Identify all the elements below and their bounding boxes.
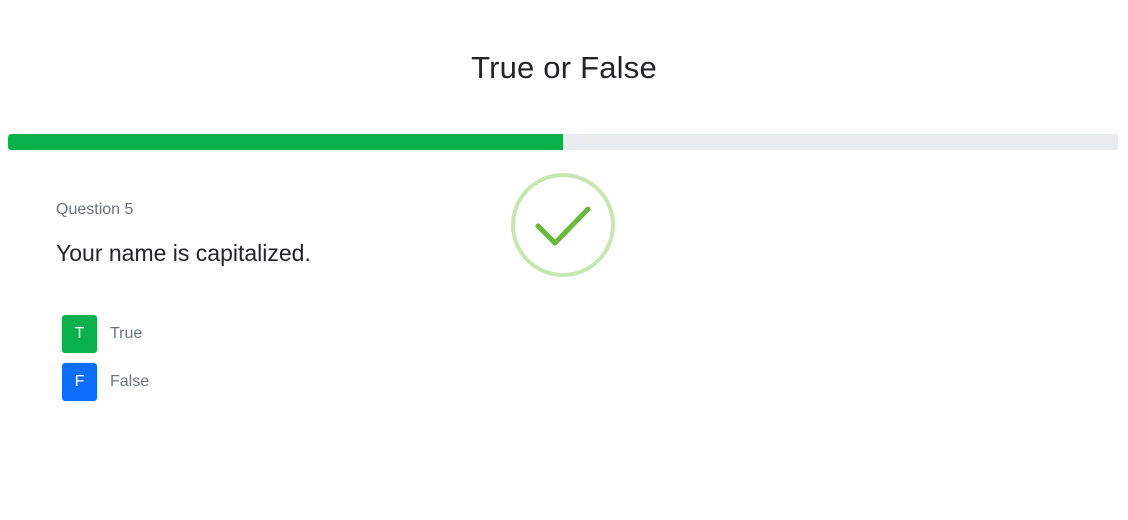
answer-option-false[interactable]: F False — [62, 363, 149, 401]
answer-label-true[interactable]: True — [110, 325, 142, 343]
page-title: True or False — [471, 50, 657, 85]
question-number: Question 5 — [56, 201, 134, 218]
answer-key-f[interactable]: F — [62, 363, 97, 401]
answer-option-true[interactable]: T True — [62, 315, 142, 353]
checkmark-icon — [511, 173, 615, 277]
progress-bar — [8, 134, 1118, 150]
question-text: Your name is capitalized. — [56, 240, 311, 266]
progress-bar-fill — [8, 134, 563, 150]
correct-answer-indicator — [510, 172, 616, 278]
answer-label-false[interactable]: False — [110, 373, 149, 391]
answer-key-t[interactable]: T — [62, 315, 97, 353]
